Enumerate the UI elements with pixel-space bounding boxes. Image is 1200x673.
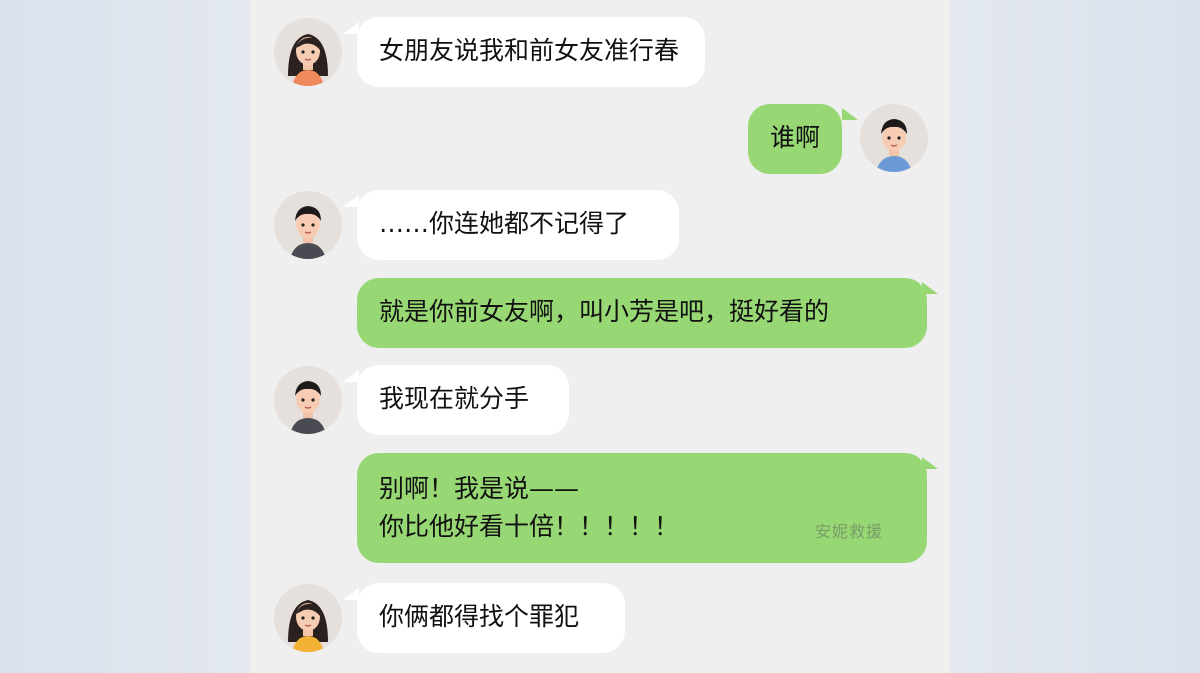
- message-bubble[interactable]: 别啊！我是说—— 你比他好看十倍！！！！！ 安妮救援: [357, 453, 927, 563]
- bubble-tail: [922, 282, 938, 294]
- message-bubble[interactable]: ……你连她都不记得了: [357, 190, 679, 260]
- message-bubble[interactable]: 就是你前女友啊，叫小芳是吧，挺好看的: [357, 278, 927, 348]
- message-bubble[interactable]: 你俩都得找个罪犯: [357, 583, 625, 653]
- watermark: 安妮救援: [814, 522, 883, 541]
- bubble-tail: [343, 588, 359, 600]
- message-text: 女朋友说我和前女友准行春: [379, 36, 680, 65]
- woman-avatar[interactable]: [274, 18, 342, 86]
- message-text-line: 别啊！我是说——: [379, 474, 580, 503]
- message-bubble[interactable]: 女朋友说我和前女友准行春: [357, 17, 705, 87]
- message-text: 就是你前女友啊，叫小芳是吧，挺好看的: [379, 297, 830, 326]
- chat-panel[interactable]: 女朋友说我和前女友准行春 谁啊 ……你连她都不记得了 就是你前女友啊，叫小芳是吧…: [250, 0, 950, 673]
- message-text: ……你连她都不记得了: [379, 209, 630, 238]
- woman-avatar-icon: [274, 584, 342, 652]
- bubble-tail: [343, 22, 359, 34]
- bubble-tail: [343, 195, 359, 207]
- bubble-tail: [922, 457, 938, 469]
- message-text: 你俩都得找个罪犯: [379, 602, 580, 631]
- message-bubble[interactable]: 我现在就分手: [357, 365, 569, 435]
- man-avatar-icon: [274, 366, 342, 434]
- page-background: 女朋友说我和前女友准行春 谁啊 ……你连她都不记得了 就是你前女友啊，叫小芳是吧…: [0, 0, 1200, 673]
- bubble-tail: [343, 370, 359, 382]
- man-avatar[interactable]: [860, 104, 928, 172]
- man-avatar-icon: [274, 191, 342, 259]
- man-avatar[interactable]: [274, 191, 342, 259]
- man-avatar-icon: [860, 104, 928, 172]
- man-avatar[interactable]: [274, 366, 342, 434]
- message-bubble[interactable]: 谁啊: [748, 104, 842, 174]
- bubble-tail: [842, 108, 858, 120]
- woman-avatar[interactable]: [274, 584, 342, 652]
- woman-avatar-icon: [274, 18, 342, 86]
- message-text: 谁啊: [770, 123, 821, 152]
- message-text: 我现在就分手: [379, 384, 530, 413]
